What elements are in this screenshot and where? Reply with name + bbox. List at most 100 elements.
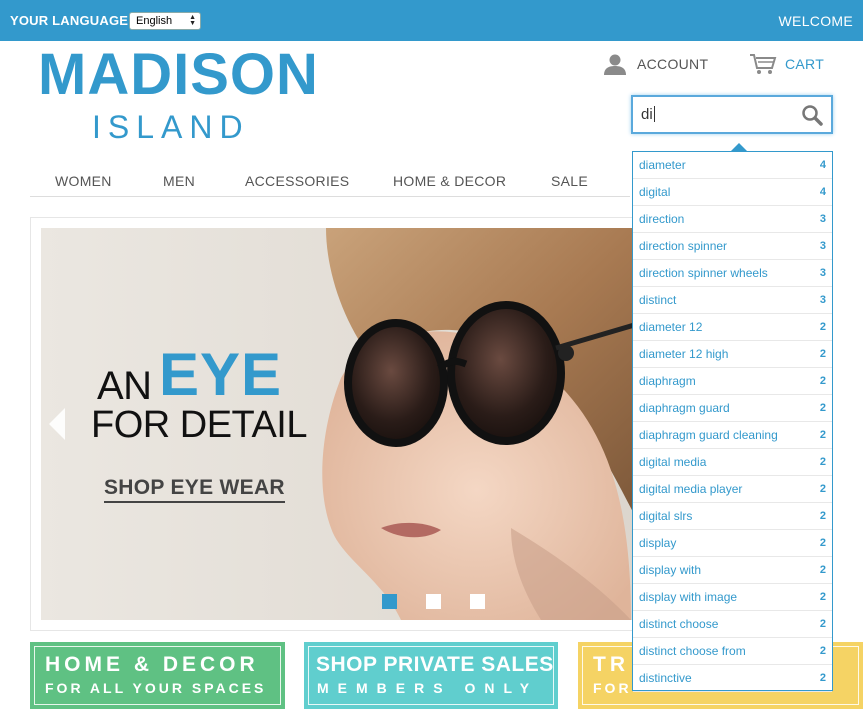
search-input[interactable]: di bbox=[641, 106, 655, 123]
autocomplete-term: diaphragm bbox=[639, 374, 696, 388]
promo-tile-private-sales[interactable]: SHOP PRIVATE SALES MEMBERS ONLY bbox=[304, 642, 558, 709]
autocomplete-term: distinct choose from bbox=[639, 644, 746, 658]
autocomplete-term: direction spinner bbox=[639, 239, 728, 253]
autocomplete-term: display bbox=[639, 536, 677, 550]
slider-dot-3[interactable] bbox=[470, 594, 485, 609]
tile-title: HOME & DECOR bbox=[45, 653, 259, 676]
search-icon[interactable] bbox=[801, 104, 823, 126]
autocomplete-item[interactable]: distinct 3 bbox=[633, 287, 832, 314]
autocomplete-count: 2 bbox=[819, 510, 826, 522]
hero-headline-an: AN bbox=[97, 364, 152, 408]
welcome-text: WELCOME bbox=[778, 13, 853, 29]
search-input-value: di bbox=[641, 106, 653, 123]
autocomplete-item[interactable]: direction spinner 3 bbox=[633, 233, 832, 260]
nav-item-sale[interactable]: SALE bbox=[551, 173, 588, 189]
autocomplete-item[interactable]: digital slrs 2 bbox=[633, 503, 832, 530]
slider-prev-icon[interactable] bbox=[49, 408, 65, 440]
logo-sub[interactable]: ISLAND bbox=[92, 110, 250, 144]
autocomplete-count: 2 bbox=[819, 429, 826, 441]
hero-headline-detail: FOR DETAIL bbox=[91, 404, 308, 446]
autocomplete-term: digital slrs bbox=[639, 509, 693, 523]
tile-title: TR bbox=[593, 653, 629, 676]
language-select[interactable]: English ▲ ▼ bbox=[129, 12, 201, 30]
nav-item-men[interactable]: MEN bbox=[163, 173, 195, 189]
autocomplete-count: 4 bbox=[819, 159, 826, 171]
account-icon bbox=[604, 54, 626, 75]
cart-label: CART bbox=[785, 56, 825, 72]
autocomplete-count: 2 bbox=[819, 537, 826, 549]
autocomplete-item[interactable]: diaphragm 2 bbox=[633, 368, 832, 395]
slider-dot-2[interactable] bbox=[426, 594, 441, 609]
autocomplete-item[interactable]: diameter 12 high 2 bbox=[633, 341, 832, 368]
hero-headline-eye: EYE bbox=[159, 341, 283, 408]
language-selected-value: English bbox=[136, 15, 173, 27]
autocomplete-term: diameter bbox=[639, 158, 686, 172]
autocomplete-count: 2 bbox=[819, 483, 826, 495]
autocomplete-item[interactable]: diameter 12 2 bbox=[633, 314, 832, 341]
language-label: YOUR LANGUAGE: bbox=[10, 13, 133, 28]
autocomplete-item[interactable]: digital media player 2 bbox=[633, 476, 832, 503]
tile-subtitle: MEMBERS ONLY bbox=[317, 680, 539, 696]
autocomplete-term: digital media bbox=[639, 455, 707, 469]
autocomplete-item[interactable]: direction 3 bbox=[633, 206, 832, 233]
autocomplete-term: distinct choose bbox=[639, 617, 719, 631]
autocomplete-item[interactable]: distinctive 2 bbox=[633, 665, 832, 692]
autocomplete-item[interactable]: diaphragm guard cleaning 2 bbox=[633, 422, 832, 449]
autocomplete-pointer bbox=[731, 143, 747, 151]
autocomplete-count: 3 bbox=[819, 240, 826, 252]
autocomplete-count: 2 bbox=[819, 645, 826, 657]
autocomplete-term: distinct bbox=[639, 293, 677, 307]
account-label: ACCOUNT bbox=[637, 56, 709, 72]
tile-subtitle: FOR ALL YOUR SPACES bbox=[45, 680, 267, 696]
nav-item-women[interactable]: WOMEN bbox=[55, 173, 112, 189]
autocomplete-item[interactable]: display with image 2 bbox=[633, 584, 832, 611]
search-autocomplete: diameter 4 digital 4 direction 3 direction spi… bbox=[632, 151, 833, 692]
nav-item-home-decor[interactable]: HOME & DECOR bbox=[393, 173, 506, 189]
autocomplete-count: 2 bbox=[819, 375, 826, 387]
hero-slider[interactable]: AN EYE FOR DETAIL SHOP EYE WEAR bbox=[41, 228, 641, 620]
autocomplete-count: 2 bbox=[819, 564, 826, 576]
autocomplete-term: diaphragm guard bbox=[639, 401, 730, 415]
autocomplete-count: 2 bbox=[819, 402, 826, 414]
autocomplete-item[interactable]: distinct choose from 2 bbox=[633, 638, 832, 665]
logo-main[interactable]: MADISON bbox=[38, 45, 319, 105]
autocomplete-count: 3 bbox=[819, 213, 826, 225]
nav-item-accessories[interactable]: ACCESSORIES bbox=[245, 173, 349, 189]
hero-cta-link[interactable]: SHOP EYE WEAR bbox=[104, 476, 285, 503]
autocomplete-count: 2 bbox=[819, 591, 826, 603]
autocomplete-item[interactable]: diaphragm guard 2 bbox=[633, 395, 832, 422]
autocomplete-item[interactable]: distinct choose 2 bbox=[633, 611, 832, 638]
tile-subtitle: FOR bbox=[593, 680, 632, 696]
search-box[interactable]: di bbox=[631, 95, 833, 134]
tile-title: SHOP PRIVATE SALES bbox=[316, 653, 554, 676]
autocomplete-term: diameter 12 high bbox=[639, 347, 729, 361]
main-nav: WOMEN MEN ACCESSORIES HOME & DECOR SALE bbox=[30, 164, 630, 197]
cart-link[interactable]: CART bbox=[749, 52, 824, 76]
autocomplete-count: 3 bbox=[819, 267, 826, 279]
text-caret bbox=[653, 106, 655, 122]
autocomplete-term: display with image bbox=[639, 590, 738, 604]
autocomplete-count: 2 bbox=[819, 618, 826, 630]
promo-tile-home-decor[interactable]: HOME & DECOR FOR ALL YOUR SPACES bbox=[30, 642, 285, 709]
account-link[interactable]: ACCOUNT bbox=[603, 52, 708, 76]
slider-dot-1[interactable] bbox=[382, 594, 397, 609]
autocomplete-count: 3 bbox=[819, 294, 826, 306]
top-bar: YOUR LANGUAGE: English ▲ ▼ WELCOME bbox=[0, 0, 863, 41]
autocomplete-term: diaphragm guard cleaning bbox=[639, 428, 778, 442]
autocomplete-item[interactable]: digital media 2 bbox=[633, 449, 832, 476]
autocomplete-term: direction bbox=[639, 212, 685, 226]
autocomplete-term: digital bbox=[639, 185, 671, 199]
autocomplete-term: direction spinner wheels bbox=[639, 266, 768, 280]
autocomplete-term: diameter 12 bbox=[639, 320, 703, 334]
cart-icon bbox=[750, 54, 777, 74]
autocomplete-item[interactable]: direction spinner wheels 3 bbox=[633, 260, 832, 287]
autocomplete-item[interactable]: display with 2 bbox=[633, 557, 832, 584]
autocomplete-count: 2 bbox=[819, 348, 826, 360]
autocomplete-count: 2 bbox=[819, 672, 826, 684]
autocomplete-item[interactable]: display 2 bbox=[633, 530, 832, 557]
autocomplete-count: 2 bbox=[819, 321, 826, 333]
autocomplete-item[interactable]: diameter 4 bbox=[633, 152, 832, 179]
select-arrows-icon: ▲ ▼ bbox=[189, 14, 196, 27]
autocomplete-term: distinctive bbox=[639, 671, 692, 685]
autocomplete-item[interactable]: digital 4 bbox=[633, 179, 832, 206]
